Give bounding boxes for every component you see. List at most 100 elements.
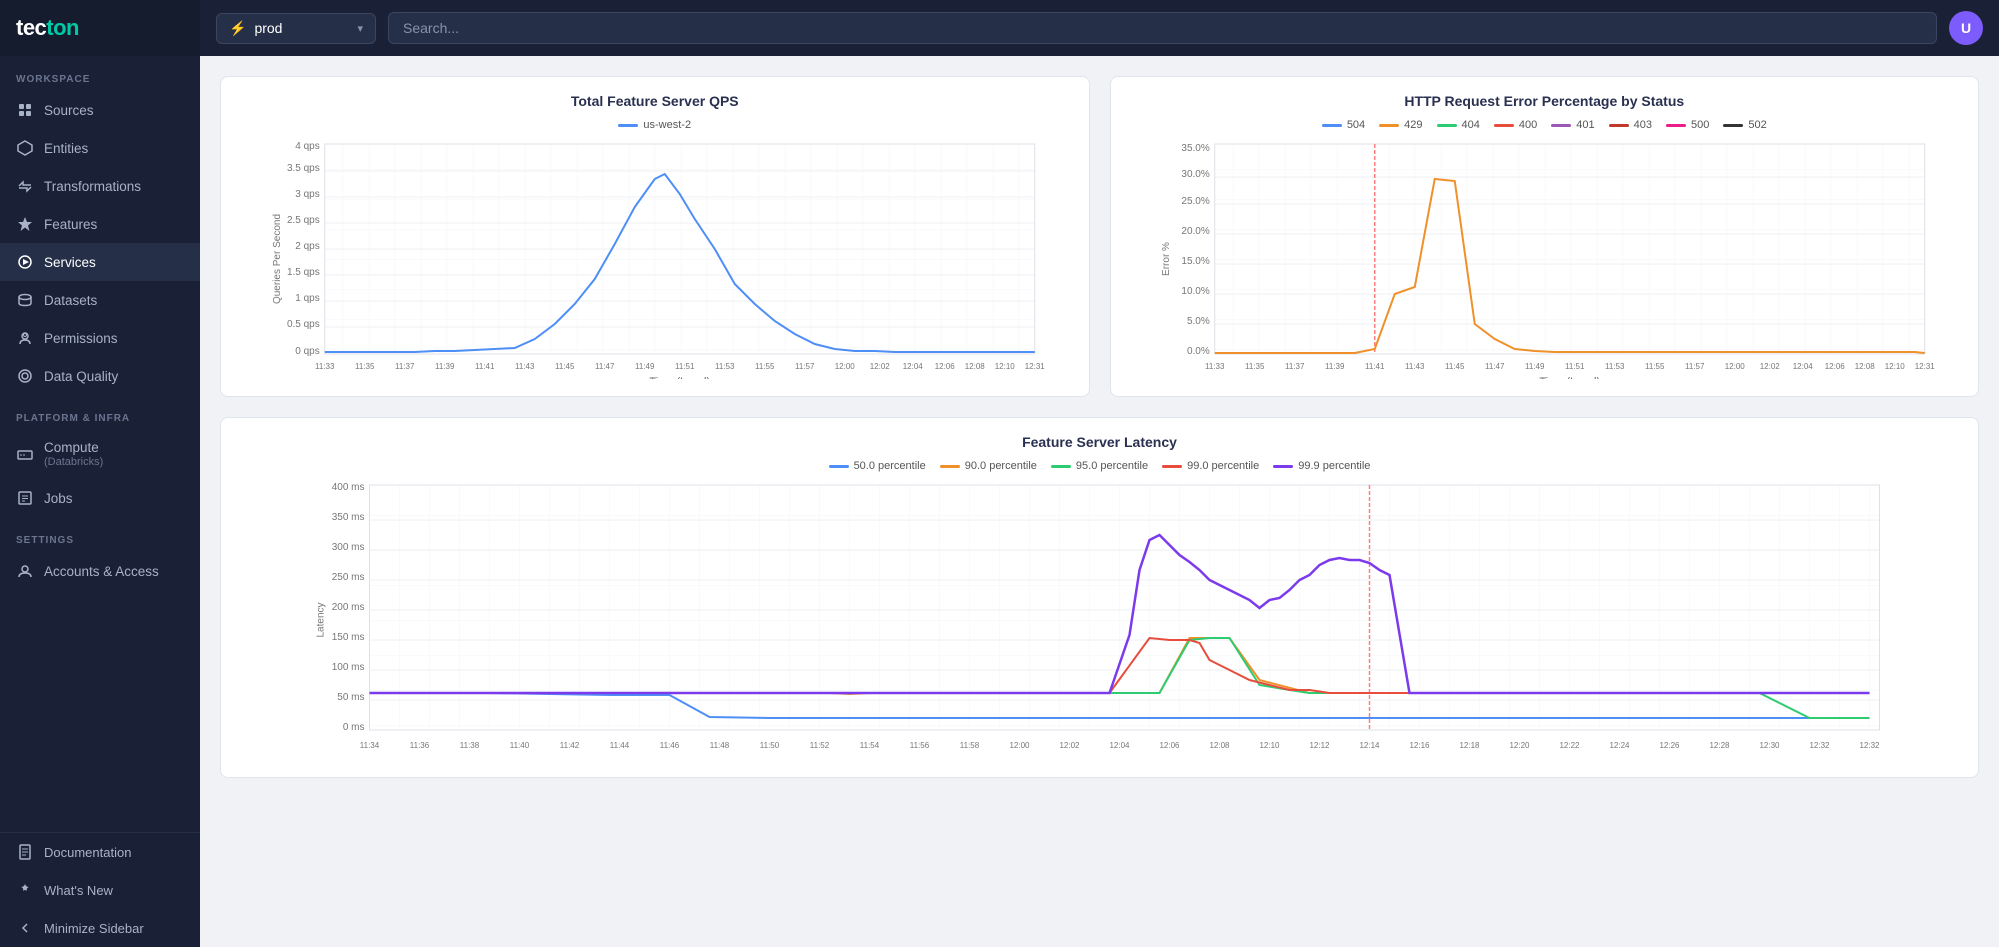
svg-text:11:52: 11:52 — [810, 741, 830, 750]
svg-text:12:06: 12:06 — [1824, 362, 1845, 371]
sidebar-item-sources[interactable]: Sources — [0, 91, 200, 129]
svg-text:100 ms: 100 ms — [332, 662, 365, 673]
svg-text:11:34: 11:34 — [360, 741, 380, 750]
data-quality-label: Data Quality — [44, 369, 118, 384]
permissions-label: Permissions — [44, 331, 118, 346]
data-quality-icon — [16, 367, 34, 385]
features-icon — [16, 215, 34, 233]
svg-text:Time (Local): Time (Local) — [1539, 376, 1600, 379]
main-content: Total Feature Server QPS us-west-2 — [200, 56, 1999, 947]
sources-icon — [16, 101, 34, 119]
qps-chart-title: Total Feature Server QPS — [241, 93, 1069, 109]
svg-text:5.0%: 5.0% — [1186, 316, 1209, 327]
compute-label: Compute — [44, 440, 103, 456]
qps-legend: us-west-2 — [241, 119, 1069, 131]
latency-label-p95: 95.0 percentile — [1076, 460, 1148, 472]
search-bar[interactable]: Search... — [388, 12, 1937, 44]
sidebar-item-minimize[interactable]: Minimize Sidebar — [0, 909, 200, 947]
sidebar-item-permissions[interactable]: Permissions — [0, 319, 200, 357]
sidebar-item-data-quality[interactable]: Data Quality — [0, 357, 200, 395]
env-selector[interactable]: ⚡ prod ▾ — [216, 13, 376, 44]
services-label: Services — [44, 255, 96, 270]
error-label-403: 403 — [1634, 119, 1652, 131]
sidebar-item-entities[interactable]: Entities — [0, 129, 200, 167]
svg-text:11:50: 11:50 — [760, 741, 780, 750]
svg-text:3 qps: 3 qps — [295, 189, 319, 200]
svg-text:11:49: 11:49 — [1525, 362, 1545, 371]
latency-chart-title: Feature Server Latency — [241, 434, 1958, 450]
latency-dot-p99 — [1162, 465, 1182, 468]
sidebar-item-datasets[interactable]: Datasets — [0, 281, 200, 319]
qps-chart-svg: 0 qps 0.5 qps 1 qps 1.5 qps 2 qps 2.5 qp… — [241, 139, 1069, 379]
svg-text:11:39: 11:39 — [1325, 362, 1345, 371]
sidebar-item-documentation[interactable]: Documentation — [0, 833, 200, 871]
svg-text:11:55: 11:55 — [1645, 362, 1665, 371]
compute-icon — [16, 446, 34, 464]
svg-text:11:54: 11:54 — [860, 741, 880, 750]
sources-label: Sources — [44, 103, 94, 118]
svg-text:12:24: 12:24 — [1609, 741, 1630, 750]
error-dot-502 — [1723, 124, 1743, 127]
compute-label-group: Compute (Databricks) — [44, 440, 103, 469]
svg-text:12:26: 12:26 — [1659, 741, 1680, 750]
svg-text:35.0%: 35.0% — [1181, 143, 1209, 154]
svg-text:11:56: 11:56 — [910, 741, 930, 750]
minimize-label: Minimize Sidebar — [44, 921, 144, 936]
svg-text:12:06: 12:06 — [1159, 741, 1180, 750]
svg-text:11:35: 11:35 — [1245, 362, 1265, 371]
svg-text:1 qps: 1 qps — [295, 293, 319, 304]
svg-text:250 ms: 250 ms — [332, 572, 365, 583]
svg-text:11:47: 11:47 — [1485, 362, 1505, 371]
svg-text:12:20: 12:20 — [1509, 741, 1530, 750]
sidebar-item-accounts[interactable]: Accounts & Access — [0, 552, 200, 590]
svg-text:30.0%: 30.0% — [1181, 169, 1209, 180]
svg-text:11:51: 11:51 — [675, 362, 695, 371]
svg-text:11:51: 11:51 — [1565, 362, 1585, 371]
sidebar-item-transformations[interactable]: Transformations — [0, 167, 200, 205]
svg-text:12:32: 12:32 — [1859, 741, 1880, 750]
svg-text:12:10: 12:10 — [995, 362, 1016, 371]
user-avatar[interactable]: U — [1949, 11, 1983, 45]
svg-text:12:31: 12:31 — [1914, 362, 1935, 371]
svg-text:11:33: 11:33 — [315, 362, 335, 371]
latency-dot-p50 — [829, 465, 849, 468]
svg-text:11:37: 11:37 — [395, 362, 415, 371]
accounts-icon — [16, 562, 34, 580]
svg-text:12:00: 12:00 — [835, 362, 856, 371]
sidebar-bottom: Documentation What's New Minimize Sideba… — [0, 832, 200, 947]
svg-text:2.5 qps: 2.5 qps — [287, 215, 320, 226]
qps-legend-label: us-west-2 — [643, 119, 691, 131]
svg-text:11:53: 11:53 — [1605, 362, 1625, 371]
sidebar-item-services[interactable]: Services — [0, 243, 200, 281]
svg-text:0.0%: 0.0% — [1186, 346, 1209, 357]
error-label-404: 404 — [1462, 119, 1480, 131]
error-dot-400 — [1494, 124, 1514, 127]
sidebar-item-whats-new[interactable]: What's New — [0, 871, 200, 909]
transformations-label: Transformations — [44, 179, 141, 194]
latency-dot-p90 — [940, 465, 960, 468]
error-chart-area: 0.0% 5.0% 10.0% 15.0% 20.0% 25.0% 30.0% … — [1131, 139, 1959, 384]
error-legend-403: 403 — [1609, 119, 1652, 131]
sidebar-item-compute[interactable]: Compute (Databricks) — [0, 430, 200, 479]
documentation-icon — [16, 843, 34, 861]
svg-text:0 ms: 0 ms — [343, 722, 365, 733]
error-chart-card: HTTP Request Error Percentage by Status … — [1110, 76, 1980, 397]
svg-text:11:35: 11:35 — [355, 362, 375, 371]
latency-label-p999: 99.9 percentile — [1298, 460, 1370, 472]
svg-text:4 qps: 4 qps — [295, 141, 319, 152]
latency-legend-p95: 95.0 percentile — [1051, 460, 1148, 472]
sidebar-item-features[interactable]: Features — [0, 205, 200, 243]
entities-icon — [16, 139, 34, 157]
latency-chart-area: 0 ms 50 ms 100 ms 150 ms 200 ms 250 ms 3… — [241, 480, 1958, 765]
svg-text:350 ms: 350 ms — [332, 512, 365, 523]
svg-text:11:33: 11:33 — [1205, 362, 1225, 371]
svg-text:12:08: 12:08 — [1209, 741, 1230, 750]
svg-text:12:02: 12:02 — [1059, 741, 1080, 750]
svg-text:50 ms: 50 ms — [337, 692, 364, 703]
sidebar-item-jobs[interactable]: Jobs — [0, 479, 200, 517]
charts-row-top: Total Feature Server QPS us-west-2 — [220, 76, 1979, 397]
svg-text:11:43: 11:43 — [1405, 362, 1425, 371]
error-chart-title: HTTP Request Error Percentage by Status — [1131, 93, 1959, 109]
svg-text:0 qps: 0 qps — [295, 346, 319, 357]
svg-text:11:57: 11:57 — [1685, 362, 1705, 371]
